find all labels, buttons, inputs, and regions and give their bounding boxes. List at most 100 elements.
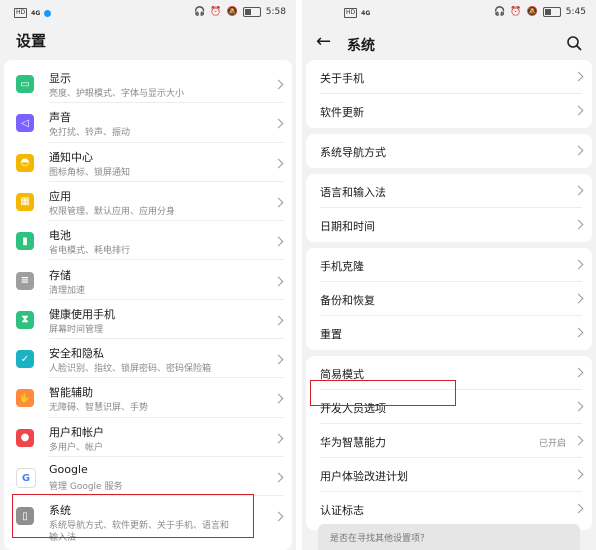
- system-item-label: 关于手机: [320, 72, 364, 85]
- chevron-right-icon: [573, 105, 584, 116]
- search-suggestion-text: 是否在寻找其他设置项？: [330, 534, 430, 544]
- system-item[interactable]: 认证标志: [306, 492, 592, 526]
- page-title: 设置: [16, 32, 47, 50]
- signal-4g-indicator: 4G: [361, 9, 371, 17]
- system-item-label: 系统导航方式: [320, 146, 386, 159]
- settings-item[interactable]: ◁ 声音免打扰、铃声、振动: [4, 103, 292, 143]
- settings-item[interactable]: ◓ 通知中心 图标角标、锁屏通知: [4, 143, 292, 182]
- settings-item-description: 亮度、护眼模式、字体与显示大小: [49, 89, 185, 99]
- settings-item-description: 权限管理、默认应用、应用分身: [49, 206, 176, 217]
- chevron-right-icon: [273, 393, 284, 404]
- settings-item-label: 用户和帐户: [49, 425, 104, 439]
- chevron-right-icon: [273, 354, 284, 365]
- search-suggestion-banner[interactable]: 是否在寻找其他设置项？: [318, 524, 580, 550]
- chevron-right-icon: [273, 315, 284, 326]
- chevron-right-icon: [573, 293, 584, 304]
- app-bar: ← 系统: [302, 30, 596, 58]
- system-item[interactable]: 软件更新: [306, 94, 592, 128]
- settings-item[interactable]: ● 用户和帐户 多用户、帐户: [4, 418, 292, 457]
- chevron-right-icon: [573, 185, 584, 196]
- chevron-right-icon: [273, 433, 284, 444]
- system-screen: HD 4G 🎧 ⏰ 🔕 5:45 ← 系统 关于手机 软件更新 系统导航方式 语言和输…: [302, 0, 596, 550]
- settings-item-description: 清理加速: [49, 285, 86, 296]
- battery-icon: ▮: [16, 232, 34, 251]
- chevron-right-icon: [273, 197, 284, 208]
- chevron-right-icon: [573, 71, 584, 82]
- chevron-right-icon: [273, 276, 284, 286]
- system-item[interactable]: 关于手机: [306, 60, 592, 94]
- settings-group: 关于手机 软件更新: [306, 60, 592, 128]
- settings-list: ▭ 显示亮度、护眼模式、字体与显示大小 ◁ 声音免打扰、铃声、振动 ◓ 通知中心 图标角标、…: [4, 60, 292, 550]
- display-icon: ▭: [16, 75, 34, 93]
- chevron-right-icon: [273, 118, 284, 129]
- settings-group: 系统导航方式: [306, 134, 592, 168]
- mute-icon: 🔕: [226, 7, 238, 17]
- settings-item-label: 应用: [49, 189, 71, 203]
- mute-icon: 🔕: [526, 7, 538, 17]
- chevron-right-icon: [573, 367, 584, 378]
- shield-check-icon: ✓: [16, 350, 34, 369]
- settings-item[interactable]: ⧗ 健康使用手机 屏幕时间管理: [4, 300, 292, 340]
- settings-item-description: 省电模式、耗电排行: [49, 246, 131, 257]
- system-item-label: 软件更新: [320, 106, 364, 119]
- status-bar: HD 4G 🎧 ⏰ 🔕 5:58: [0, 0, 296, 28]
- settings-item-label: 显示: [49, 72, 71, 85]
- settings-item[interactable]: ▦ 应用权限管理、默认应用、应用分身: [4, 182, 292, 222]
- system-item[interactable]: 用户体验改进计划: [306, 458, 592, 492]
- chevron-right-icon: [273, 511, 284, 522]
- highlight-box-developer-options: [310, 380, 456, 406]
- settings-item[interactable]: G Google 管理 Google 服务: [4, 457, 292, 497]
- settings-item[interactable]: ✋ 智能辅助 无障碍、智慧识屏、手势: [4, 378, 292, 418]
- hd-indicator: HD: [14, 8, 28, 18]
- system-item-label: 华为智慧能力: [320, 436, 386, 449]
- storage-icon: ≡: [16, 271, 34, 290]
- system-item[interactable]: 系统导航方式: [306, 134, 592, 168]
- chevron-right-icon: [573, 401, 584, 412]
- settings-item-label: 电池: [49, 229, 71, 243]
- alarm-icon: ⏰: [210, 7, 222, 17]
- chevron-right-icon: [273, 472, 284, 483]
- settings-item-description: 屏幕时间管理: [49, 324, 104, 335]
- system-item-label: 手机克隆: [320, 260, 364, 273]
- system-item[interactable]: 手机克隆: [306, 248, 592, 282]
- back-arrow-icon[interactable]: ←: [316, 31, 331, 52]
- apps-grid-icon: ▦: [16, 192, 34, 211]
- hourglass-icon: ⧗: [16, 310, 34, 329]
- settings-group: 语言和输入法日期和时间: [306, 174, 592, 242]
- system-item[interactable]: 日期和时间: [306, 208, 592, 242]
- battery-status-icon: [242, 7, 261, 17]
- settings-item[interactable]: ≡ 存储清理加速: [4, 261, 292, 300]
- system-item[interactable]: 华为智慧能力 已开启: [306, 424, 592, 458]
- notification-bell-icon: ◓: [16, 153, 34, 172]
- search-icon[interactable]: [566, 35, 582, 55]
- system-item[interactable]: 重置: [306, 316, 592, 350]
- alarm-icon: ⏰: [510, 7, 522, 17]
- hand-icon: ✋: [16, 389, 34, 408]
- settings-item-description: 人脸识别、指纹、锁屏密码、密码保险箱: [49, 364, 212, 375]
- chevron-right-icon: [573, 327, 584, 338]
- sound-icon: ◁: [16, 114, 34, 133]
- settings-item-description: 图标角标、锁屏通知: [49, 167, 131, 178]
- settings-item[interactable]: ▮ 电池省电模式、耗电排行: [4, 221, 292, 261]
- chevron-right-icon: [573, 469, 584, 480]
- settings-item[interactable]: ✓ 安全和隐私 人脸识别、指纹、锁屏密码、密码保险箱: [4, 339, 292, 379]
- status-time: 5:45: [565, 7, 586, 17]
- settings-item[interactable]: ▭ 显示亮度、护眼模式、字体与显示大小: [4, 64, 292, 104]
- system-item-label: 用户体验改进计划: [320, 470, 408, 483]
- settings-group: 手机克隆备份和恢复 重置: [306, 248, 592, 350]
- hd-indicator: HD: [344, 8, 358, 18]
- highlight-box-system: [12, 494, 254, 538]
- settings-item-label: Google: [49, 463, 88, 476]
- settings-item-description: 免打扰、铃声、振动: [49, 128, 131, 139]
- status-value: 已开启: [538, 439, 566, 449]
- battery-status-icon: [542, 7, 561, 17]
- chevron-right-icon: [573, 219, 584, 230]
- chevron-right-icon: [573, 145, 584, 156]
- system-item[interactable]: 语言和输入法: [306, 174, 592, 208]
- app-notification-icon: [44, 9, 52, 17]
- system-item[interactable]: 备份和恢复: [306, 282, 592, 316]
- signal-4g-indicator: 4G: [31, 9, 41, 17]
- settings-item-label: 声音: [49, 111, 71, 125]
- settings-item-label: 存储: [49, 268, 71, 282]
- system-item-label: 日期和时间: [320, 220, 375, 233]
